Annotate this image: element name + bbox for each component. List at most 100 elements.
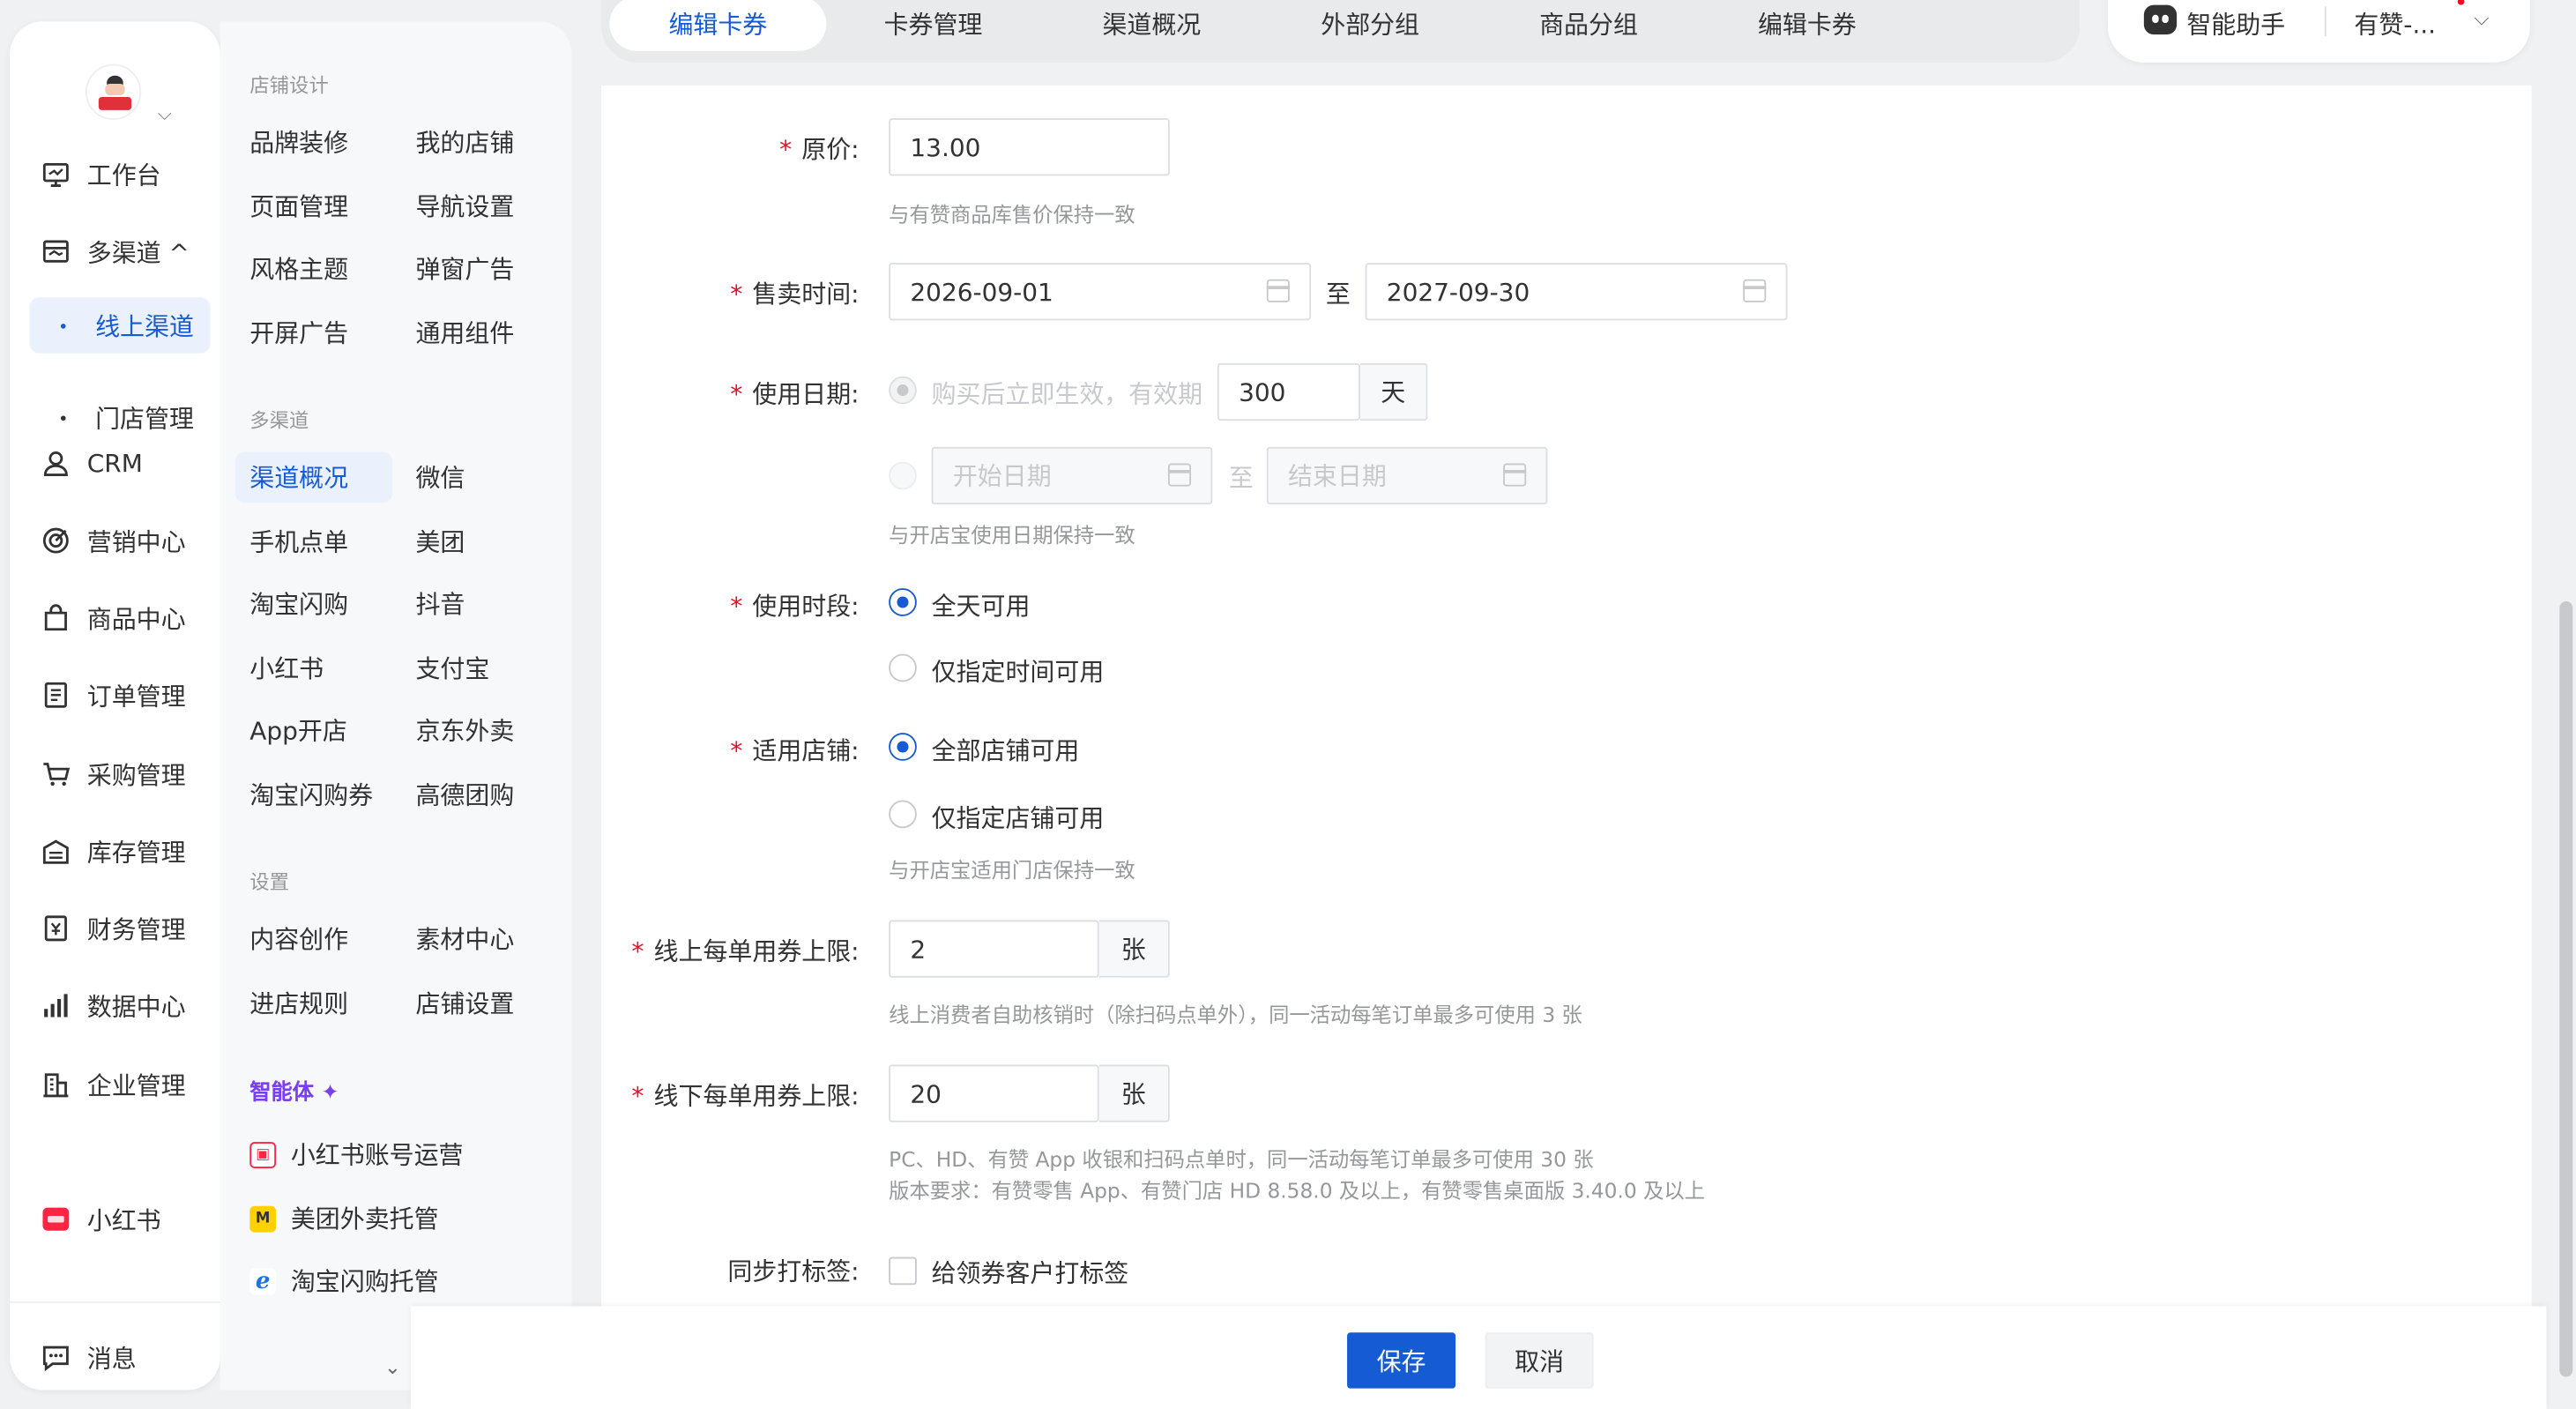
tab-coupon-management[interactable]: 卡券管理	[884, 6, 983, 41]
sidebar-item-data-center[interactable]: 数据中心	[30, 978, 211, 1033]
radio-specific-time[interactable]	[889, 653, 917, 682]
sidebar-item-marketing[interactable]: 营销中心	[30, 512, 211, 568]
sidebar-item-inventory[interactable]: 库存管理	[30, 824, 211, 879]
target-icon	[41, 526, 71, 555]
cancel-button[interactable]: 取消	[1485, 1332, 1594, 1389]
agent-label: 淘宝闪购托管	[290, 1266, 439, 1297]
offline-limit-input[interactable]: 20	[889, 1064, 1099, 1122]
tab-external-group[interactable]: 外部分组	[1321, 6, 1419, 41]
sidebar-item-label: 企业管理	[86, 1070, 186, 1100]
sidebar-item-finance[interactable]: 财务管理	[30, 900, 211, 956]
chevron-down-icon[interactable]: ⌄	[384, 1355, 401, 1378]
sidebar-item-enterprise[interactable]: 企业管理	[30, 1056, 211, 1112]
radio-date-range[interactable]	[889, 461, 917, 490]
radio-all-stores[interactable]	[889, 733, 917, 761]
tab-channel-overview[interactable]: 渠道概况	[1102, 6, 1201, 41]
radio-all-day[interactable]	[889, 588, 917, 616]
account-switcher[interactable]: ⌵	[85, 63, 200, 146]
agent-item[interactable]: M 美团外卖托管	[249, 1201, 439, 1235]
group-title: 多渠道	[249, 409, 309, 433]
panel-link[interactable]: 店铺设置	[415, 986, 514, 1020]
tag-customers-checkbox[interactable]	[889, 1256, 917, 1286]
assistant-button[interactable]: 智能助手	[2186, 6, 2285, 41]
sidebar-item-orders[interactable]: 订单管理	[30, 667, 211, 723]
robot-icon[interactable]	[2143, 4, 2178, 35]
panel-link[interactable]: 高德团购	[415, 777, 514, 811]
panel-link[interactable]: 导航设置	[415, 189, 514, 223]
xiaohongshu-icon	[41, 1204, 71, 1234]
panel-link[interactable]: App开店	[249, 713, 347, 748]
sidebar-item-label: CRM	[86, 448, 143, 479]
sidebar-item-label: 财务管理	[86, 914, 186, 944]
original-price-input[interactable]: 13.00	[889, 118, 1170, 176]
sidebar-item-crm[interactable]: CRM	[30, 436, 211, 491]
use-start-date-input[interactable]: 开始日期	[931, 446, 1213, 505]
avatar[interactable]	[85, 63, 142, 121]
sidebar-item-online-channel[interactable]: 线上渠道	[29, 297, 211, 354]
panel-link[interactable]: 进店规则	[249, 986, 348, 1020]
tab-edit-coupon-2[interactable]: 编辑卡券	[1758, 6, 1857, 41]
online-limit-input[interactable]: 2	[889, 920, 1099, 978]
panel-link[interactable]: 手机点单	[249, 524, 348, 558]
use-end-date-input[interactable]: 结束日期	[1266, 446, 1548, 505]
warehouse-icon	[41, 837, 71, 867]
sidebar-item-xiaohongshu[interactable]: 小红书	[30, 1191, 211, 1247]
agent-item[interactable]: ℯ 淘宝闪购托管	[249, 1264, 439, 1298]
xiaohongshu-icon: ▣	[249, 1141, 277, 1168]
sale-end-date-input[interactable]: 2027-09-30	[1365, 263, 1788, 321]
panel-link[interactable]: 页面管理	[249, 189, 348, 223]
sidebar-item-label: 商品中心	[86, 603, 186, 634]
tab-edit-coupon[interactable]: 编辑卡券	[609, 0, 827, 51]
required-mark: *	[779, 134, 793, 165]
panel-link[interactable]: 抖音	[415, 586, 465, 621]
calendar-icon	[1743, 279, 1767, 302]
save-button[interactable]: 保存	[1347, 1332, 1456, 1389]
stores-hint: 与开店宝适用门店保持一致	[889, 857, 1135, 883]
radio-label: 全天可用	[931, 591, 1031, 622]
panel-link[interactable]: 风格主题	[249, 251, 348, 286]
agent-item[interactable]: ▣ 小红书账号运营	[249, 1137, 464, 1172]
panel-link[interactable]: 小红书	[249, 651, 324, 685]
chevron-down-icon[interactable]: ⌵	[2474, 6, 2489, 31]
range-separator: 至	[1228, 463, 1254, 494]
radio-specific-stores[interactable]	[889, 800, 917, 829]
panel-link[interactable]: 素材中心	[415, 921, 514, 956]
panel-link[interactable]: 我的店铺	[415, 125, 514, 160]
panel-link[interactable]: 内容创作	[249, 921, 348, 956]
panel-link[interactable]: 品牌装修	[249, 125, 348, 160]
sidebar-item-label: 工作台	[86, 160, 161, 190]
sale-start-date-input[interactable]: 2026-09-01	[889, 263, 1312, 321]
panel-link[interactable]: 开屏广告	[249, 316, 348, 350]
panel-link[interactable]: 淘宝闪购券	[249, 777, 373, 811]
panel-link[interactable]: 京东外卖	[415, 713, 514, 748]
panel-link[interactable]: 通用组件	[415, 316, 514, 350]
offline-limit-label: * 线下每单用券上限:	[631, 1081, 860, 1111]
tab-product-group[interactable]: 商品分组	[1539, 6, 1638, 41]
panel-link[interactable]: 支付宝	[415, 651, 489, 685]
sidebar-item-products[interactable]: 商品中心	[30, 590, 211, 645]
sidebar-item-multichannel[interactable]: 多渠道 ^	[30, 223, 211, 279]
radio-valid-after-purchase[interactable]	[889, 376, 917, 405]
use-date-label: * 使用日期:	[730, 379, 860, 410]
chevron-down-icon[interactable]: ⌵	[158, 103, 172, 126]
sidebar-item-purchasing[interactable]: 采购管理	[30, 746, 211, 801]
agent-label: 小红书账号运营	[290, 1140, 464, 1170]
panel-link[interactable]: 弹窗广告	[415, 251, 514, 286]
panel-link[interactable]: 淘宝闪购	[249, 586, 348, 621]
panel-link[interactable]: 微信	[415, 460, 465, 495]
panel-link[interactable]: 美团	[415, 524, 465, 558]
range-separator: 至	[1325, 279, 1351, 309]
sidebar-item-label: 采购管理	[86, 759, 186, 790]
sidebar-item-label: 多渠道 ^	[86, 237, 190, 267]
required-mark: *	[730, 591, 743, 622]
valid-days-input[interactable]: 300	[1217, 362, 1360, 421]
required-mark: *	[730, 279, 743, 309]
bullet-icon	[60, 414, 66, 421]
radio-label: 全部店铺可用	[931, 735, 1080, 766]
sidebar-item-workbench[interactable]: 工作台	[30, 146, 211, 202]
sidebar-item-messages[interactable]: 消息	[30, 1330, 211, 1385]
version-requirement-hint: 版本要求：有赞零售 App、有赞门店 HD 8.58.0 及以上，有赞零售桌面版…	[889, 1178, 1705, 1204]
panel-link-active[interactable]: 渠道概况	[235, 451, 393, 503]
shop-switcher[interactable]: 有赞-...	[2354, 6, 2436, 41]
scrollbar[interactable]	[2559, 601, 2573, 1377]
